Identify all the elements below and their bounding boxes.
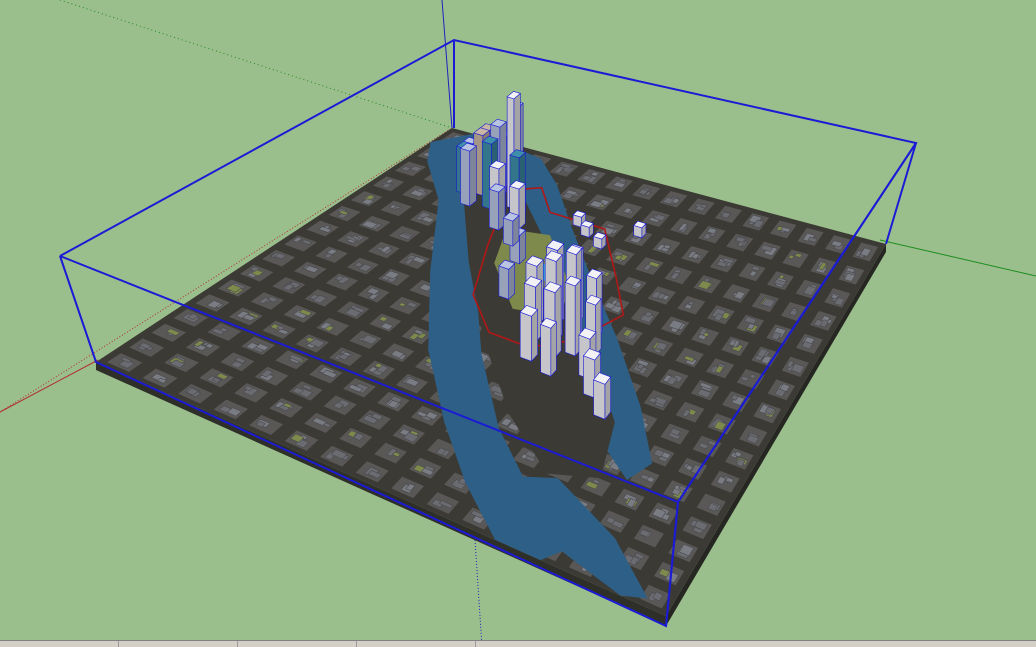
scene-canvas[interactable] — [0, 0, 1036, 647]
tower-face — [519, 311, 532, 362]
tower-face — [498, 265, 510, 300]
green-axis-solid — [879, 239, 1036, 277]
tower-face — [489, 188, 500, 231]
model-viewport[interactable] — [0, 0, 1036, 647]
tower-face — [531, 308, 538, 363]
bbox-edge-right — [885, 142, 917, 245]
status-segment — [238, 641, 357, 647]
tower-face — [564, 281, 576, 357]
green-axis — [59, 0, 453, 129]
tower-face — [540, 323, 552, 377]
red-axis-solid — [0, 359, 99, 413]
blue-axis-down — [474, 539, 483, 647]
tower-face — [518, 182, 526, 230]
status-segment — [357, 641, 476, 647]
tower-face — [595, 297, 602, 356]
tower-face — [593, 379, 606, 420]
tower-face — [583, 355, 596, 399]
tower-face — [460, 147, 471, 207]
status-segment — [0, 641, 119, 647]
tower-face — [503, 217, 514, 247]
tower-face — [550, 321, 557, 378]
tower-face — [469, 145, 477, 207]
status-bar — [0, 640, 1036, 647]
blue-axis — [441, 0, 453, 129]
status-segment — [119, 641, 238, 647]
